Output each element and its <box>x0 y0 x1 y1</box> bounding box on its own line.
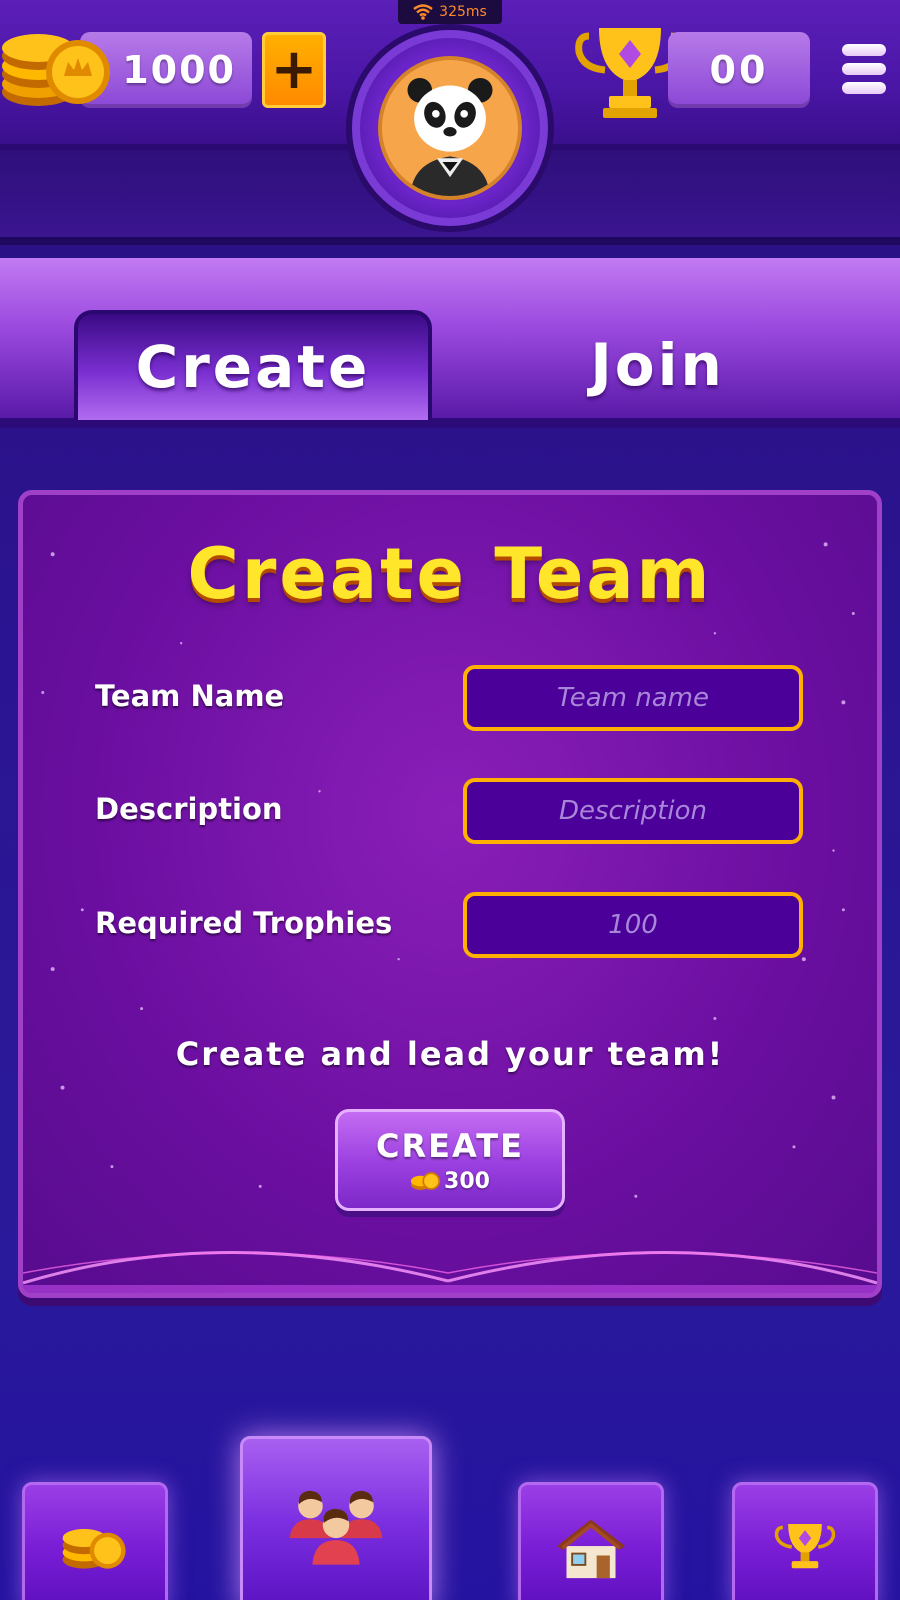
glow-lines-decoration <box>23 1251 877 1293</box>
create-cost: 300 <box>410 1169 490 1194</box>
nav-home-button[interactable] <box>518 1482 664 1600</box>
tab-create-label: Create <box>135 333 371 401</box>
create-team-panel: Create Team Team Name Description Requir… <box>18 490 882 1298</box>
coin-stack-icon <box>2 34 110 106</box>
description-label: Description <box>95 792 283 826</box>
coins-icon <box>62 1529 126 1569</box>
hamburger-icon-bar <box>842 63 886 75</box>
team-name-input[interactable] <box>463 665 803 731</box>
hamburger-icon-bar <box>842 82 886 94</box>
add-coins-button[interactable]: + <box>262 32 326 108</box>
required-trophies-input[interactable] <box>463 892 803 958</box>
team-name-label: Team Name <box>95 679 285 713</box>
ping-value: 325ms <box>439 4 487 20</box>
nav-shop-button[interactable] <box>22 1482 168 1600</box>
required-trophies-label: Required Trophies <box>95 906 393 940</box>
trophy-count: 00 <box>709 48 769 92</box>
team-icon <box>289 1490 383 1565</box>
coin-count: 1000 <box>122 48 236 92</box>
wifi-icon <box>413 4 433 20</box>
nav-team-button[interactable] <box>240 1436 432 1600</box>
avatar <box>378 56 522 200</box>
tab-join[interactable]: Join <box>505 310 810 420</box>
plus-icon: + <box>270 37 318 102</box>
create-team-button[interactable]: CREATE 300 <box>335 1109 565 1211</box>
panel-tagline: Create and lead your team! <box>175 1035 725 1073</box>
profile-avatar-button[interactable] <box>352 30 548 226</box>
hamburger-icon-bar <box>842 44 886 56</box>
trophy-icon <box>774 1523 836 1569</box>
trophy-balance: 00 <box>668 32 810 108</box>
home-icon <box>557 1519 625 1579</box>
panda-avatar-icon <box>407 77 493 196</box>
network-ping: 325ms <box>398 0 502 24</box>
coins-icon <box>410 1172 441 1190</box>
create-cost-value: 300 <box>444 1168 490 1194</box>
create-button-label: CREATE <box>376 1126 524 1165</box>
nav-leaderboard-button[interactable] <box>732 1482 878 1600</box>
panel-title: Create Team <box>187 533 713 615</box>
menu-button[interactable] <box>842 44 886 94</box>
description-input[interactable] <box>463 778 803 844</box>
tab-create[interactable]: Create <box>74 310 432 420</box>
tab-join-label: Join <box>590 331 725 399</box>
